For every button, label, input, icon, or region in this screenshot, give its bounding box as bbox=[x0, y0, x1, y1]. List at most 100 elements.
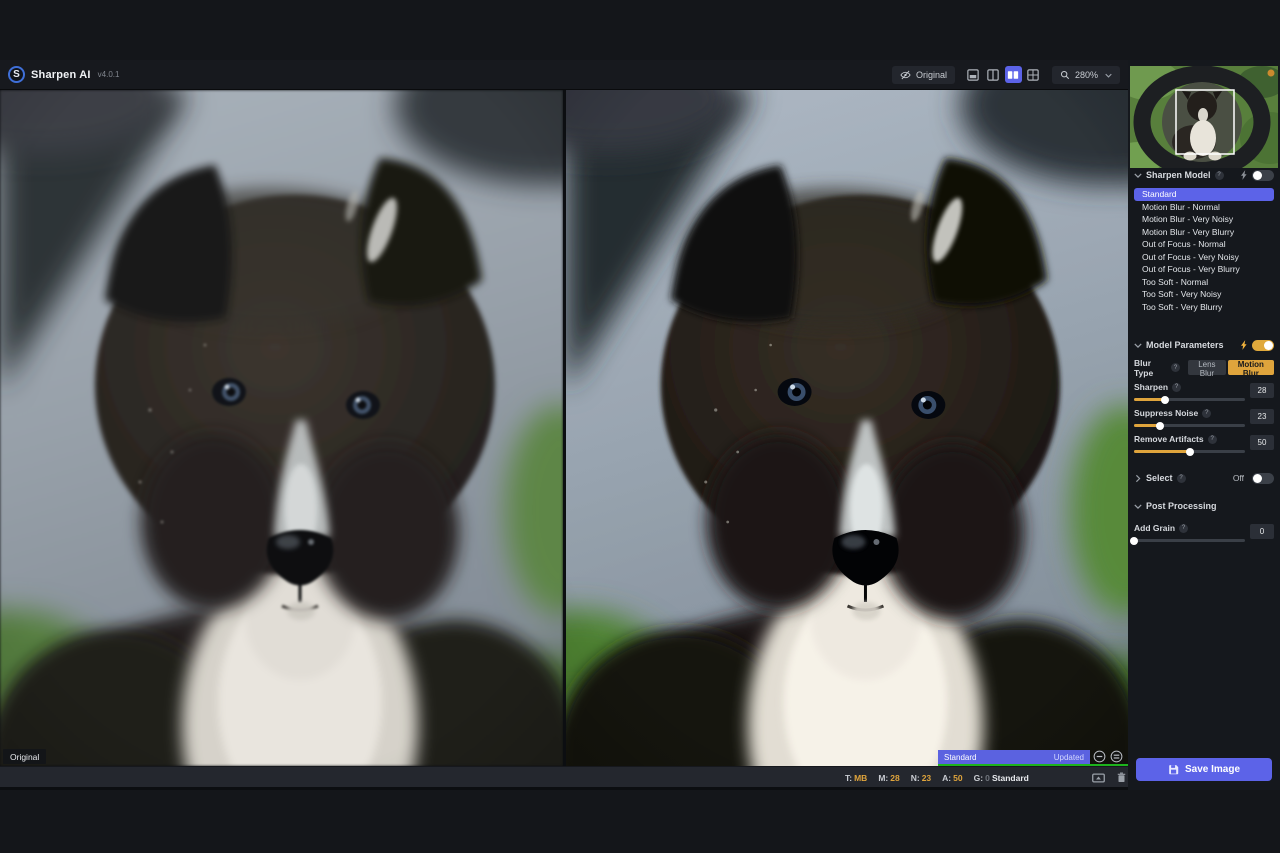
save-image-label: Save Image bbox=[1184, 764, 1241, 775]
help-icon[interactable]: ? bbox=[1202, 408, 1212, 418]
processed-image-pane[interactable]: Standard Updated bbox=[566, 90, 1128, 766]
original-image-pane[interactable]: Original bbox=[0, 90, 563, 766]
help-icon[interactable]: ? bbox=[1207, 434, 1217, 444]
blur-type-option-lens-blur[interactable]: Lens Blur bbox=[1188, 360, 1226, 378]
status-model-label: Standard bbox=[992, 772, 1029, 783]
sharpen-model-title: Sharpen Model bbox=[1146, 170, 1211, 180]
blur-type-label: Blur Type bbox=[1134, 357, 1154, 378]
slider-label: Sharpen bbox=[1134, 382, 1169, 392]
trash-icon[interactable] bbox=[1117, 772, 1126, 783]
slider-track-sharpen[interactable] bbox=[1134, 395, 1245, 404]
slider-row-remove-artifacts: Remove Artifacts? 50 bbox=[1134, 434, 1274, 456]
header-controls: Original 280% bbox=[891, 65, 1120, 84]
view-mode-group bbox=[965, 66, 1042, 83]
model-parameters-auto-toggle[interactable] bbox=[1252, 339, 1274, 351]
comparison-status-label: Updated bbox=[1053, 752, 1084, 762]
status-bar: T: MB M: 28 N: 23 A: 50 G: 0 Standard bbox=[0, 766, 1128, 787]
auto-bolt-icon bbox=[1241, 340, 1248, 350]
comparison-model-label: Standard bbox=[944, 752, 977, 762]
slider-knob[interactable] bbox=[1130, 536, 1138, 545]
single-view-icon[interactable] bbox=[965, 66, 982, 83]
chevron-down-icon[interactable] bbox=[1134, 342, 1142, 348]
status-stats: T: MB M: 28 N: 23 A: 50 G: 0 bbox=[845, 767, 990, 788]
blur-type-buttons: Lens Blur Motion Blur bbox=[1188, 360, 1274, 378]
zoom-level-value: 280% bbox=[1074, 69, 1098, 80]
original-photo bbox=[0, 90, 563, 766]
export-preview-icon[interactable] bbox=[1092, 772, 1105, 783]
blur-type-option-motion-blur[interactable]: Motion Blur bbox=[1227, 360, 1274, 378]
slider-label: Add Grain bbox=[1134, 523, 1176, 533]
stat-g: G: 0 bbox=[973, 772, 990, 783]
navigator-thumbnail[interactable] bbox=[1130, 66, 1278, 168]
slider-row-sharpen: Sharpen? 28 bbox=[1134, 382, 1274, 404]
slider-track-remove-artifacts[interactable] bbox=[1134, 447, 1245, 456]
stat-a: A: 50 bbox=[942, 772, 963, 783]
eye-off-icon bbox=[900, 70, 911, 80]
auto-bolt-icon bbox=[1241, 170, 1248, 180]
model-option-out-of-focus-very-blurry[interactable]: Out of Focus - Very Blurry bbox=[1134, 263, 1274, 276]
chevron-down-icon bbox=[1105, 70, 1112, 80]
post-processing-title: Post Processing bbox=[1146, 501, 1217, 511]
single-line-circle-icon[interactable] bbox=[1093, 750, 1106, 763]
blur-type-row: Blur Type ? Lens Blur Motion Blur bbox=[1134, 357, 1274, 378]
app-title: Sharpen AI bbox=[31, 68, 91, 81]
select-title: Select bbox=[1146, 473, 1173, 483]
four-up-view-icon[interactable] bbox=[1025, 66, 1042, 83]
slider-track-add-grain[interactable] bbox=[1130, 536, 1245, 545]
save-image-button[interactable]: Save Image bbox=[1136, 758, 1272, 781]
slider-knob[interactable] bbox=[1155, 421, 1164, 430]
slider-row-add-grain: Add Grain? 0 bbox=[1130, 523, 1274, 545]
model-option-standard[interactable]: Standard bbox=[1134, 188, 1274, 201]
help-icon[interactable]: ? bbox=[1176, 473, 1186, 483]
model-option-out-of-focus-normal[interactable]: Out of Focus - Normal bbox=[1134, 238, 1274, 251]
slider-value-remove-artifacts: 50 bbox=[1250, 435, 1274, 450]
app-version: v4.0.1 bbox=[97, 70, 120, 79]
navigator-preview-image bbox=[1130, 66, 1278, 168]
processed-photo bbox=[566, 90, 1128, 766]
zoom-control[interactable]: 280% bbox=[1051, 65, 1120, 84]
stat-t: T: MB bbox=[845, 772, 868, 783]
sharpen-model-list: Standard Motion Blur - Normal Motion Blur … bbox=[1134, 188, 1274, 313]
image-canvas: Original Standard Updated bbox=[0, 90, 1128, 766]
model-option-too-soft-normal[interactable]: Too Soft - Normal bbox=[1134, 276, 1274, 289]
help-icon[interactable]: ? bbox=[1179, 523, 1189, 533]
chevron-right-icon[interactable] bbox=[1135, 474, 1141, 482]
model-option-motion-blur-very-blurry[interactable]: Motion Blur - Very Blurry bbox=[1134, 226, 1274, 239]
stat-m: M: 28 bbox=[878, 772, 900, 783]
double-line-circle-icon[interactable] bbox=[1110, 750, 1123, 763]
model-parameters-header: Model Parameters bbox=[1134, 338, 1274, 352]
slider-label: Suppress Noise bbox=[1134, 408, 1199, 418]
comparison-bar: Standard Updated bbox=[938, 750, 1090, 764]
slider-row-suppress-noise: Suppress Noise? 23 bbox=[1134, 408, 1274, 430]
model-option-motion-blur-normal[interactable]: Motion Blur - Normal bbox=[1134, 201, 1274, 214]
slider-knob[interactable] bbox=[1161, 395, 1170, 404]
side-by-side-view-icon[interactable] bbox=[1004, 66, 1022, 83]
post-processing-header: Post Processing bbox=[1134, 499, 1274, 513]
status-bar-icons bbox=[1092, 767, 1126, 788]
chevron-down-icon[interactable] bbox=[1134, 503, 1142, 509]
view-original-button[interactable]: Original bbox=[891, 65, 955, 84]
select-header: Select ? Off bbox=[1134, 471, 1274, 485]
help-icon[interactable]: ? bbox=[1172, 382, 1182, 392]
help-icon[interactable]: ? bbox=[1171, 363, 1181, 372]
split-view-icon[interactable] bbox=[985, 66, 1002, 83]
right-sidebar: Sharpen Model ? Standard Motion Blur - No… bbox=[1128, 60, 1280, 790]
model-option-too-soft-very-blurry[interactable]: Too Soft - Very Blurry bbox=[1134, 301, 1274, 314]
model-option-too-soft-very-noisy[interactable]: Too Soft - Very Noisy bbox=[1134, 288, 1274, 301]
slider-track-suppress-noise[interactable] bbox=[1134, 421, 1245, 430]
app-window: S Sharpen AI v4.0.1 Original 280% Origin… bbox=[0, 60, 1280, 790]
comparison-controls bbox=[1093, 750, 1123, 763]
view-original-label: Original bbox=[915, 69, 947, 80]
help-icon[interactable]: ? bbox=[1214, 170, 1224, 180]
magnifier-icon bbox=[1060, 70, 1070, 80]
chevron-down-icon[interactable] bbox=[1134, 172, 1142, 178]
save-icon bbox=[1168, 764, 1179, 775]
model-option-out-of-focus-very-noisy[interactable]: Out of Focus - Very Noisy bbox=[1134, 251, 1274, 264]
post-processing-sliders: Add Grain? 0 bbox=[1128, 523, 1280, 545]
slider-knob[interactable] bbox=[1185, 447, 1194, 456]
model-option-motion-blur-very-noisy[interactable]: Motion Blur - Very Noisy bbox=[1134, 213, 1274, 226]
select-state-label: Off bbox=[1232, 473, 1244, 483]
sharpen-model-auto-toggle[interactable] bbox=[1252, 169, 1274, 181]
select-toggle[interactable] bbox=[1252, 472, 1274, 484]
slider-label: Remove Artifacts bbox=[1134, 434, 1204, 444]
